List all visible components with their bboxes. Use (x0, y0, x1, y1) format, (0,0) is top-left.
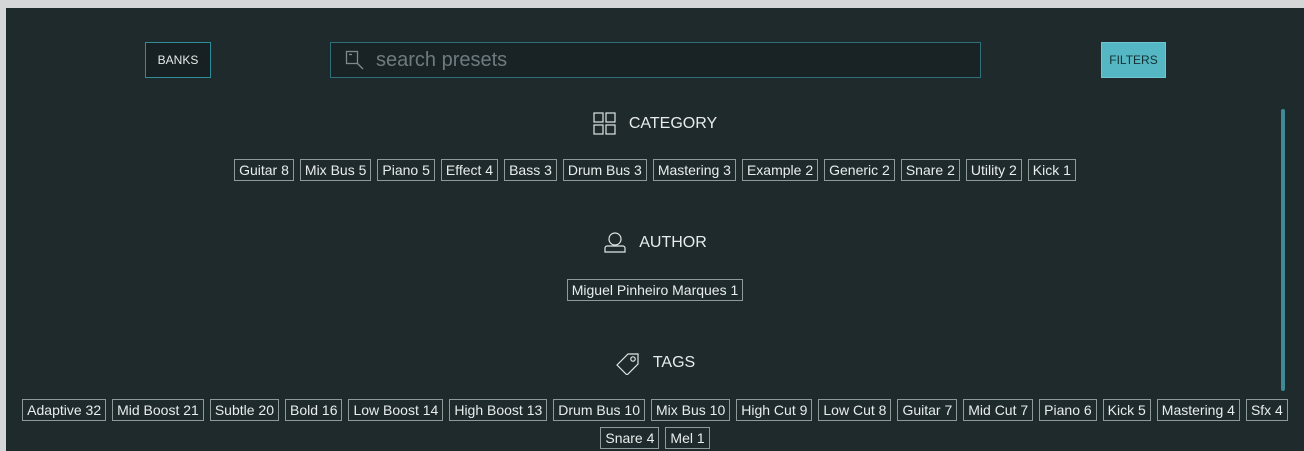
category-chip[interactable]: Guitar 8 (234, 159, 294, 181)
tag-chip[interactable]: Sfx 4 (1245, 399, 1288, 421)
tag-chip[interactable]: Bold 16 (285, 399, 343, 421)
tag-chip[interactable]: Drum Bus 10 (553, 399, 645, 421)
tag-chip[interactable]: Mid Cut 7 (963, 399, 1034, 421)
category-chip[interactable]: Bass 3 (504, 159, 557, 181)
category-chips: Guitar 8 Mix Bus 5 Piano 5 Effect 4 Bass… (6, 159, 1304, 181)
tag-chip[interactable]: Mastering 4 (1156, 399, 1240, 421)
tag-chip[interactable]: High Boost 13 (449, 399, 548, 421)
category-chip[interactable]: Piano 5 (377, 159, 435, 181)
category-chip[interactable]: Drum Bus 3 (562, 159, 647, 181)
filters-button[interactable]: FILTERS (1101, 42, 1166, 78)
search-bar[interactable] (330, 42, 981, 78)
tag-chip[interactable]: Kick 5 (1102, 399, 1151, 421)
tag-chip[interactable]: Snare 4 (600, 427, 660, 449)
author-chip[interactable]: Miguel Pinheiro Marques 1 (566, 279, 744, 301)
category-chip[interactable]: Effect 4 (440, 159, 499, 181)
category-chip[interactable]: Kick 1 (1027, 159, 1076, 181)
tag-chip[interactable]: Low Boost 14 (348, 399, 444, 421)
category-chip[interactable]: Example 2 (741, 159, 819, 181)
tag-chip[interactable]: Mix Bus 10 (650, 399, 731, 421)
tags-chips: Adaptive 32 Mid Boost 21 Subtle 20 Bold … (6, 399, 1304, 449)
search-icon (345, 50, 365, 70)
author-title: AUTHOR (639, 234, 707, 251)
tags-heading: TAGS (6, 351, 1304, 375)
category-chip[interactable]: Mastering 3 (652, 159, 736, 181)
tag-chip[interactable]: Mel 1 (665, 427, 710, 449)
category-chip[interactable]: Utility 2 (965, 159, 1022, 181)
tag-chip[interactable]: Adaptive 32 (22, 399, 107, 421)
tag-chip[interactable]: Piano 6 (1039, 399, 1097, 421)
category-chip[interactable]: Generic 2 (824, 159, 895, 181)
grid-icon (593, 112, 616, 135)
category-heading: CATEGORY (6, 112, 1304, 136)
category-chip[interactable]: Snare 2 (900, 159, 960, 181)
tag-chip[interactable]: Low Cut 8 (818, 399, 892, 421)
author-chips: Miguel Pinheiro Marques 1 (6, 279, 1304, 301)
category-chip[interactable]: Mix Bus 5 (299, 159, 372, 181)
search-input[interactable] (374, 47, 980, 73)
tag-chip[interactable]: Mid Boost 21 (112, 399, 204, 421)
category-title: CATEGORY (628, 115, 718, 132)
banks-button[interactable]: BANKS (145, 42, 211, 78)
tag-chip[interactable]: Guitar 7 (897, 399, 958, 421)
tag-chip[interactable]: High Cut 9 (736, 399, 813, 421)
author-heading: AUTHOR (6, 231, 1304, 255)
tag-icon (615, 353, 639, 375)
tags-title: TAGS (652, 354, 696, 371)
user-icon (604, 232, 626, 253)
scrollbar[interactable] (1281, 109, 1285, 391)
preset-browser-panel: BANKS FILTERS CATEGORY Guitar 8 Mix Bus … (6, 8, 1304, 451)
tag-chip[interactable]: Subtle 20 (209, 399, 279, 421)
